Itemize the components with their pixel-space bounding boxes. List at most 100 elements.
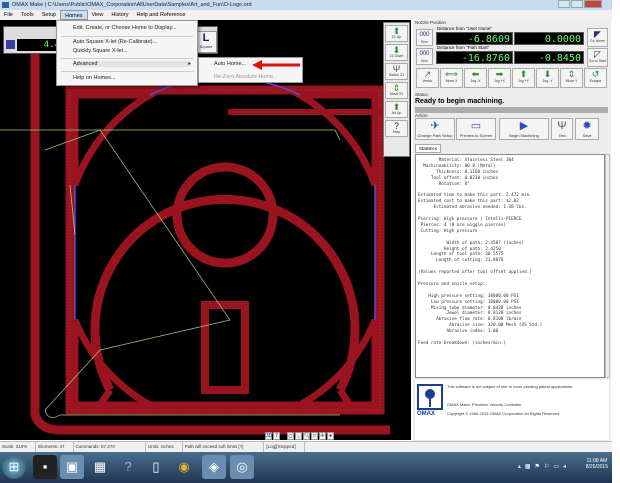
switch-z1-button[interactable]: Ψ Switch Z1	[385, 63, 408, 80]
corner-tr-path	[286, 91, 379, 187]
ring-path	[90, 194, 360, 393]
zero-path-start-button[interactable]: 000 Zero	[416, 48, 433, 65]
menu-item-advanced[interactable]: Advanced ▸	[73, 61, 191, 67]
red-arrow-annotation	[252, 60, 300, 70]
nozzle-position-title: Nozzle Position	[415, 20, 447, 25]
pan-icon[interactable]: ✛	[319, 432, 326, 440]
menu-item-quick-square[interactable]: Quickly Square X-let...	[73, 48, 128, 54]
soft-limit-warning[interactable]: Path will exceed soft limits [?]	[183, 442, 265, 452]
corner-tl-path	[71, 91, 164, 187]
square-button[interactable]: L Square	[195, 31, 217, 53]
menu-view[interactable]: View	[88, 10, 108, 20]
units-status: Units: inches	[146, 442, 183, 452]
exit-icon[interactable]	[6, 40, 15, 49]
help-button[interactable]: ? Help	[385, 120, 408, 137]
move-z1-button[interactable]: ⇕ Move Z1	[385, 82, 408, 99]
start-button[interactable]: ⊞	[2, 455, 26, 479]
change-path-setup-button[interactable]: ✈ Change Path Setup	[415, 118, 455, 140]
fit-icon[interactable]: ◻	[287, 432, 294, 440]
path-start-y-readout: -0.8450	[514, 51, 584, 64]
jog-button-move-y[interactable]: ⇕ Move Y	[560, 68, 583, 88]
preview-to-screen-button[interactable]: ▭ Preview to Screen	[456, 118, 496, 140]
elements-status: Elements: 47	[36, 442, 74, 452]
taskbar-app-8[interactable]: ◎	[230, 455, 254, 479]
test-button[interactable]: Ψ Test	[551, 118, 573, 140]
gear-icon: ✹	[582, 120, 592, 132]
window-title: OMAX Make | C:\Users\Public\OMAX_Corpora…	[12, 2, 252, 8]
close-button[interactable]	[584, 0, 602, 8]
minimize-button[interactable]	[558, 0, 570, 8]
3d-view-icon[interactable]: 3D	[265, 432, 272, 440]
begin-machining-button[interactable]: ▶ Begin Machining	[499, 118, 549, 140]
menu-item-edit-home[interactable]: Edit, Create, or Choose Home to Display.…	[73, 25, 177, 31]
menu-item-rezero-home: Re-Zero Absolute Home...	[214, 74, 278, 80]
menu-item-help-homes[interactable]: Help on Homes...	[73, 75, 116, 81]
menu-homes[interactable]: Homes	[60, 10, 88, 20]
keyhole-stem-path	[201, 301, 249, 394]
jog-button-escape[interactable]: ↺ Escape	[584, 68, 607, 88]
taskbar-app-7[interactable]: ◈	[202, 455, 226, 479]
rotate-icon[interactable]: 7	[273, 432, 280, 440]
position-readout-window: 4.4	[3, 26, 63, 54]
menu-tools[interactable]: Tools	[17, 10, 38, 20]
zoom-icon[interactable]: 🔍︎	[303, 432, 310, 440]
taskbar-app-1[interactable]: ▪	[33, 455, 57, 479]
save-button[interactable]: ✹ Save	[575, 118, 599, 140]
zoom-window-icon[interactable]: ⌞	[295, 432, 302, 440]
jog-button-jog-y[interactable]: ⬇ Jog -Y	[536, 68, 559, 88]
play-icon: ▶	[519, 120, 529, 132]
menu-item-auto-home[interactable]: Auto Home...	[214, 61, 246, 67]
path-setup-icon: ✈	[430, 120, 440, 132]
jog-button-move-x[interactable]: ⟺ Move X	[440, 68, 463, 88]
statistics-scrollbar[interactable]	[605, 154, 610, 378]
jog-button-jog-x[interactable]: ➡ Jog +X	[488, 68, 511, 88]
log-status[interactable]: [Log][Stopped]	[264, 442, 305, 452]
ad-up-button[interactable]: ⬆ Ad Up	[385, 101, 408, 118]
omax-logo	[417, 384, 443, 410]
statistics-text: Material: Stainless Steel 304 Machineabi…	[415, 154, 605, 378]
homes-menu: Edit, Create, or Choose Home to Display.…	[56, 20, 198, 86]
tab-statistics[interactable]: Statistics	[415, 144, 442, 153]
keyhole-circle-path	[172, 162, 278, 268]
path-start-x-readout: -16.8760	[436, 51, 513, 64]
taskbar-app-3[interactable]: ▦	[88, 455, 112, 479]
taskbar-omax-make[interactable]: ▣	[60, 455, 84, 479]
commands-status: Commands: 67,270	[74, 442, 146, 452]
omax-logo-text: OMAX	[417, 411, 435, 417]
z1-up-button[interactable]: ⬆ Z1 Up	[385, 25, 408, 42]
jog-button-vector[interactable]: ↗ Vector	[416, 68, 439, 88]
taskbar-help-app[interactable]: ?	[116, 455, 140, 479]
zoom-extents-icon[interactable]: □	[311, 432, 318, 440]
taskbar-app-5[interactable]: ▯	[144, 455, 168, 479]
jog-button-jog-y[interactable]: ⬆ Jog +Y	[512, 68, 535, 88]
clock[interactable]: 11:08 AM 8/26/2015	[586, 458, 608, 470]
copyright: Copyright © 1990-2015 OMAX Corporation A…	[447, 411, 560, 416]
go-to-start-button[interactable]: ◸ Go to Start	[587, 48, 608, 67]
zoom-toolbar: 3D 7 ◻ ⌞ 🔍︎ □ ✛ ●	[265, 432, 334, 440]
menu-setup[interactable]: Setup	[38, 10, 60, 20]
patent-notice: This software is the subject of one or m…	[447, 384, 574, 389]
jog-button-jog-x[interactable]: ⬅ Jog -X	[464, 68, 487, 88]
lead-path	[0, 129, 341, 141]
go-home-button[interactable]: ◤ Go Home	[587, 28, 608, 47]
menu-bar: File Tools Setup Homes View History Help…	[0, 10, 612, 20]
user-home-label: Distance from "User Home"	[437, 26, 492, 31]
chrome-icon[interactable]: ◉	[172, 455, 196, 479]
menu-item-auto-square[interactable]: Auto Square X-let (Re-Calibrate)...	[73, 39, 157, 45]
test-icon: Ψ	[557, 120, 567, 132]
product-name: OMAX Make: Precision Velocity Controller	[447, 402, 522, 407]
scale-status: Scale: 315%	[0, 442, 37, 452]
z1-down-button[interactable]: ⬇ Z1 Down	[385, 44, 408, 61]
menu-help[interactable]: Help and Reference	[132, 10, 189, 20]
status-bar: Scale: 315% Elements: 47 Commands: 67,27…	[0, 441, 612, 452]
zero-user-home-button[interactable]: 000 Zero	[416, 29, 433, 46]
system-tray[interactable]: ▴▦⚑⚐▭◂	[518, 463, 570, 470]
status-title: Status	[415, 92, 428, 97]
maximize-button[interactable]	[571, 0, 583, 8]
menu-history[interactable]: History	[107, 10, 132, 20]
square-icon: L	[202, 32, 210, 44]
statistics-line: Feed rate breakdown: (inches/min.)	[418, 340, 506, 346]
settings-icon[interactable]: ●	[327, 432, 334, 440]
status-text: Ready to begin machining.	[415, 98, 505, 105]
menu-file[interactable]: File	[0, 10, 17, 20]
